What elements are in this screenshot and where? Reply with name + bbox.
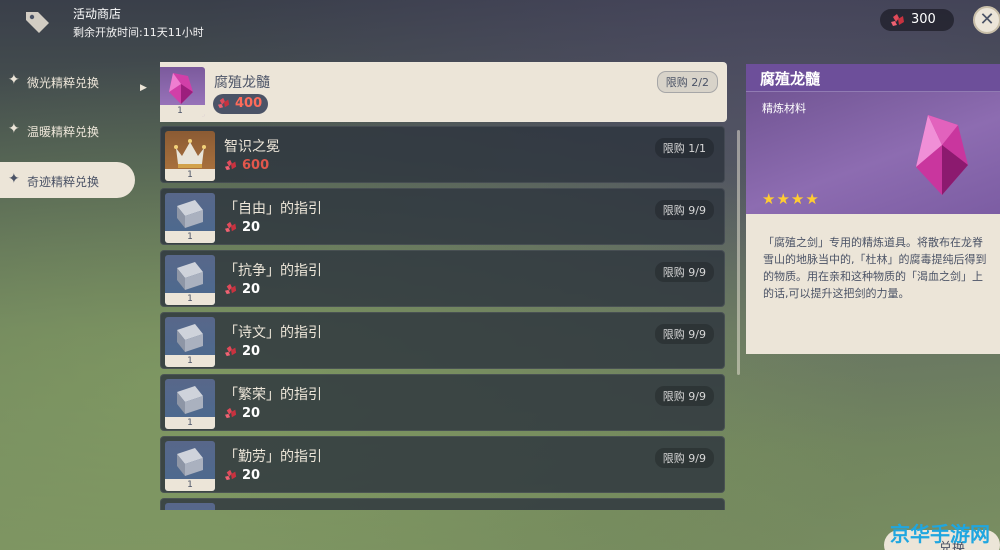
item-thumbnail: 1 <box>160 67 205 117</box>
shop-item-row[interactable]: 1 「抗争」的指引 20 限购 9/9 <box>160 250 725 307</box>
shop-time-remaining: 剩余开放时间:11天11小时 <box>73 26 204 39</box>
detail-header: 腐殖龙髓 精炼材料 ★★★★ <box>746 64 1000 214</box>
purchase-limit-badge: 限购 9/9 <box>654 386 714 406</box>
shop-item-list[interactable]: 1 腐殖龙髓 400 限购 2/2 1 智识之冕 600 限购 1/1 1 「自… <box>160 60 735 510</box>
item-thumbnail: 1 <box>165 317 215 367</box>
item-price: 400 <box>213 94 269 114</box>
item-quantity: 1 <box>165 293 215 305</box>
purchase-limit-badge: 限购 9/9 <box>654 448 714 468</box>
book-icon <box>177 448 203 476</box>
shop-title: 活动商店 <box>73 7 122 21</box>
item-price-value: 400 <box>235 96 263 111</box>
selection-arrow-icon: ▶ <box>140 83 147 93</box>
item-name: 「自由」的指引 <box>224 201 322 217</box>
crystal-currency-icon <box>225 345 237 357</box>
book-icon <box>177 200 203 228</box>
shop-item-row[interactable]: 1 「自由」的指引 20 限购 9/9 <box>160 188 725 245</box>
item-name: 腐殖龙髓 <box>214 75 270 91</box>
item-quantity: 1 <box>165 355 215 367</box>
sidebar-item-glimmering-essence[interactable]: ✦ 微光精粹兑换 <box>0 63 135 99</box>
crystal-currency-icon <box>891 14 904 26</box>
item-price-value: 600 <box>242 158 270 173</box>
book-icon <box>177 386 203 414</box>
crystal-icon <box>169 73 193 104</box>
item-name: 「抗争」的指引 <box>224 263 322 279</box>
item-name: 「勤劳」的指引 <box>224 449 322 465</box>
sparkle-icon: ✦ <box>8 121 20 137</box>
shop-item-row[interactable]: 1 腐殖龙髓 400 限购 2/2 <box>160 62 727 122</box>
item-name: 「繁荣」的指引 <box>224 387 322 403</box>
crystal-currency-icon <box>218 97 230 109</box>
item-price-value: 20 <box>242 282 261 297</box>
shop-item-row[interactable]: 1 「繁荣」的指引 20 限购 9/9 <box>160 374 725 431</box>
item-price-value: 20 <box>242 468 261 483</box>
sparkle-icon: ✦ <box>8 171 20 187</box>
list-scrollbar[interactable] <box>737 130 740 375</box>
close-button[interactable]: ✕ <box>973 6 1000 34</box>
item-price-value: 20 <box>242 220 261 235</box>
item-thumbnail: 1 <box>165 255 215 305</box>
item-price-value: 20 <box>242 406 261 421</box>
item-price: 20 <box>224 344 260 359</box>
item-quantity: 1 <box>165 417 215 429</box>
shop-item-row[interactable]: 1 智识之冕 600 限购 1/1 <box>160 126 725 183</box>
shop-tag-icon <box>26 12 49 33</box>
crown-icon <box>174 139 206 168</box>
currency-counter: 300 <box>880 9 954 31</box>
item-price-value: 20 <box>242 344 261 359</box>
top-bar: 活动商店 剩余开放时间:11天11小时 300 ✕ <box>0 0 1000 46</box>
sidebar-item-warming-essence[interactable]: ✦ 温暖精粹兑换 <box>0 112 135 148</box>
detail-description: 「腐殖之剑」专用的精炼道具。将散布在龙脊雪山的地脉当中的,「杜林」的腐毒提纯后得… <box>746 214 1000 354</box>
shop-item-row[interactable]: 1 「诗文」的指引 20 限购 9/9 <box>160 312 725 369</box>
detail-item-type: 精炼材料 <box>762 102 806 115</box>
sidebar-item-miracle-essence[interactable]: ✦ 奇迹精粹兑换 <box>0 162 135 198</box>
crystal-currency-icon <box>225 221 237 233</box>
item-quantity: 1 <box>165 231 215 243</box>
purchase-limit-badge: 限购 9/9 <box>654 324 714 344</box>
book-icon <box>177 262 203 290</box>
purchase-limit-badge: 限购 2/2 <box>656 71 718 93</box>
item-thumbnail: 1 <box>165 379 215 429</box>
crystal-currency-icon <box>225 159 237 171</box>
item-price: 20 <box>224 220 260 235</box>
book-icon <box>177 324 203 352</box>
sidebar-item-label: 微光精粹兑换 <box>27 76 100 90</box>
shop-item-row[interactable]: 1 「勤劳」的指引 20 限购 9/9 <box>160 436 725 493</box>
item-quantity: 1 <box>165 479 215 491</box>
item-name: 「诗文」的指引 <box>224 325 322 341</box>
crystal-icon <box>916 115 968 195</box>
currency-amount: 300 <box>911 12 936 27</box>
item-detail-panel: 腐殖龙髓 精炼材料 ★★★★ 「腐殖之剑」专用的精炼道具。将散布在龙脊雪山的地脉… <box>746 64 1000 354</box>
purchase-limit-badge: 限购 9/9 <box>654 200 714 220</box>
close-icon: ✕ <box>979 9 995 30</box>
item-thumbnail: 1 <box>165 441 215 491</box>
item-price: 20 <box>224 282 260 297</box>
item-thumbnail: 1 <box>165 193 215 243</box>
site-watermark: 京华手游网 <box>890 522 990 546</box>
rarity-stars: ★★★★ <box>762 190 820 208</box>
crystal-currency-icon <box>225 469 237 481</box>
item-thumbnail: 1 <box>165 131 215 181</box>
item-thumbnail <box>165 503 215 510</box>
item-price: 600 <box>224 158 269 173</box>
item-price: 20 <box>224 468 260 483</box>
purchase-limit-badge: 限购 9/9 <box>654 262 714 282</box>
sidebar-item-label: 温暖精粹兑换 <box>27 125 100 139</box>
item-price: 20 <box>224 406 260 421</box>
sparkle-icon: ✦ <box>8 72 20 88</box>
detail-title-bar: 腐殖龙髓 <box>746 64 1000 92</box>
item-quantity: 1 <box>160 105 205 117</box>
crystal-currency-icon <box>225 283 237 295</box>
item-name: 智识之冕 <box>224 139 280 155</box>
sidebar-item-label: 奇迹精粹兑换 <box>27 175 100 189</box>
purchase-limit-badge: 限购 1/1 <box>654 138 714 158</box>
item-quantity: 1 <box>165 169 215 181</box>
detail-item-title: 腐殖龙髓 <box>760 70 821 88</box>
crystal-currency-icon <box>225 407 237 419</box>
shop-item-row-partial[interactable] <box>160 498 725 510</box>
